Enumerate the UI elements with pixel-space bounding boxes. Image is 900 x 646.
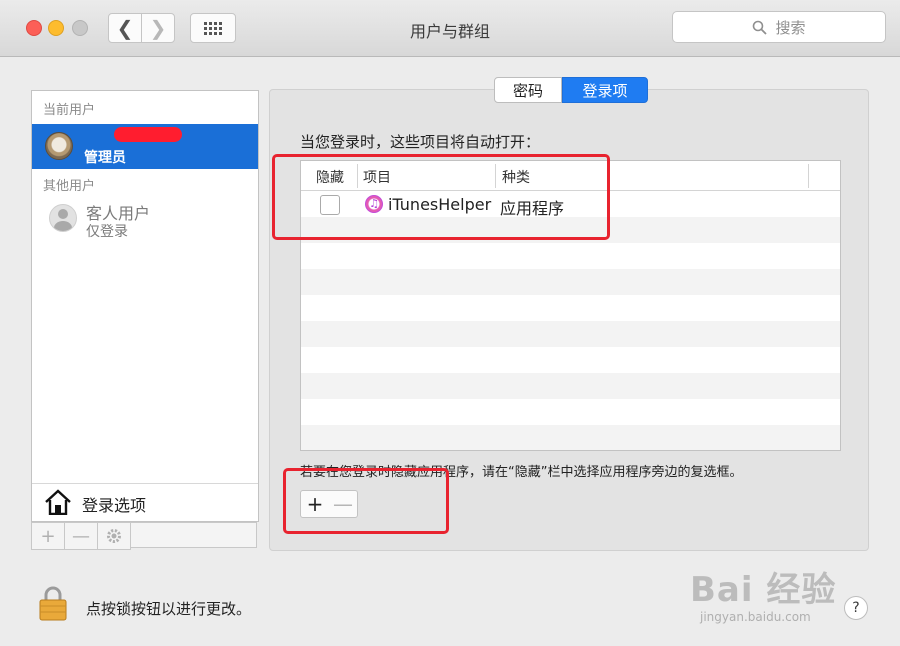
- help-button[interactable]: ?: [844, 596, 868, 620]
- login-items-heading: 当您登录时，这些项目将自动打开：: [300, 133, 541, 151]
- search-icon: [753, 20, 768, 35]
- action-menu-button[interactable]: [98, 522, 131, 550]
- redacted-username: [114, 127, 182, 142]
- lock-icon[interactable]: [38, 585, 68, 621]
- table-row-empty: [301, 425, 840, 450]
- search-placeholder: 搜索: [775, 18, 806, 37]
- login-options-label: 登录选项: [82, 496, 147, 515]
- table-row-empty: [301, 269, 840, 295]
- tab-password[interactable]: 密码: [494, 77, 562, 103]
- lock-label: 点按锁按钮以进行更改。: [86, 600, 252, 618]
- gear-icon: [107, 529, 121, 543]
- house-icon: [45, 489, 71, 515]
- toolbar-spacer: [131, 522, 257, 548]
- tab-login-items[interactable]: 登录项: [562, 77, 648, 103]
- login-options-item[interactable]: 登录选项: [32, 483, 258, 521]
- table-row-empty: [301, 373, 840, 399]
- table-row-empty: [301, 321, 840, 347]
- annotation-highlight-buttons: [283, 468, 449, 534]
- guest-avatar: [49, 204, 77, 232]
- guest-subtitle: 仅登录: [86, 224, 128, 240]
- annotation-highlight-table: [272, 154, 610, 240]
- user-role-label: 管理员: [84, 150, 126, 166]
- remove-user-button[interactable]: —: [65, 522, 98, 550]
- title-bar: ❮ ❯ 用户与群组 搜索: [0, 0, 900, 57]
- other-users-label: 其他用户: [43, 179, 96, 194]
- column-divider: [808, 164, 809, 188]
- sidebar-toolbar: + —: [31, 522, 257, 550]
- baidu-watermark-url: jingyan.baidu.com: [700, 610, 811, 624]
- search-field[interactable]: 搜索: [672, 11, 886, 43]
- user-avatar: [45, 132, 73, 160]
- user-list-sidebar: 当前用户 管理员 其他用户 客人用户 仅登录 登录选项: [31, 90, 259, 522]
- add-user-button[interactable]: +: [31, 522, 65, 550]
- current-users-label: 当前用户: [43, 103, 96, 118]
- tab-bar: 密码 登录项: [494, 77, 648, 103]
